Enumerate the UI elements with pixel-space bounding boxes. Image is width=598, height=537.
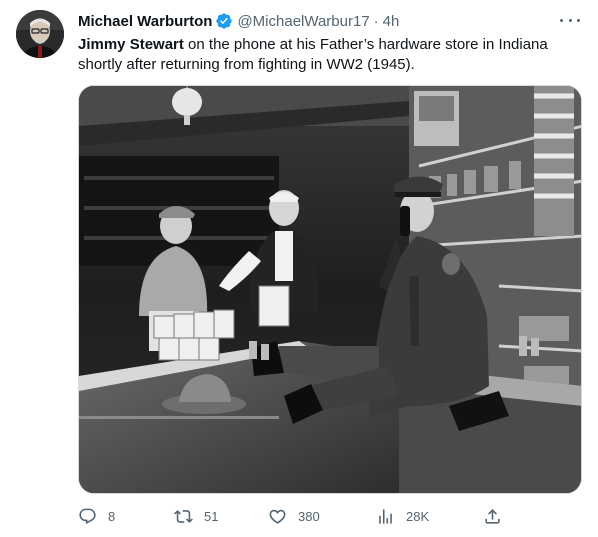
views-count: 28K	[406, 508, 430, 524]
tweet-text: Jimmy Stewart on the phone at his Father…	[78, 35, 583, 75]
retweet-icon	[174, 509, 193, 523]
views-button[interactable]: 28K	[376, 505, 429, 527]
tweet-actions: 8 51 380 28K	[78, 505, 582, 527]
tweet-header: Michael Warburton @MichaelWarbur17 · 4h	[78, 11, 582, 31]
share-icon	[485, 508, 500, 524]
tweet-text-line2: shortly after returning from fighting in…	[78, 56, 415, 73]
more-icon[interactable]	[560, 12, 580, 28]
tweet-text-bold: Jimmy Stewart	[78, 36, 184, 53]
author-handle[interactable]: @MichaelWarbur17	[237, 13, 369, 30]
reply-icon	[79, 508, 96, 524]
reply-count: 8	[108, 508, 116, 524]
author-name[interactable]: Michael Warburton	[78, 13, 212, 30]
separator-dot: ·	[373, 12, 379, 30]
retweet-count: 51	[204, 508, 219, 524]
views-icon	[379, 508, 392, 524]
avatar[interactable]	[16, 10, 64, 58]
photo-illustration	[79, 86, 581, 493]
share-button[interactable]	[483, 505, 502, 527]
timestamp[interactable]: 4h	[383, 13, 400, 30]
tweet-photo[interactable]	[78, 85, 582, 494]
reply-button[interactable]: 8	[78, 505, 115, 527]
tweet-text-line1: on the phone at his Father’s hardware st…	[183, 36, 548, 53]
tweet[interactable]: Michael Warburton @MichaelWarbur17 · 4h …	[0, 0, 598, 537]
like-button[interactable]: 380	[268, 505, 320, 527]
like-icon	[269, 509, 286, 524]
like-count: 380	[298, 508, 320, 524]
retweet-button[interactable]: 51	[174, 505, 218, 527]
verified-badge-icon	[216, 13, 233, 29]
